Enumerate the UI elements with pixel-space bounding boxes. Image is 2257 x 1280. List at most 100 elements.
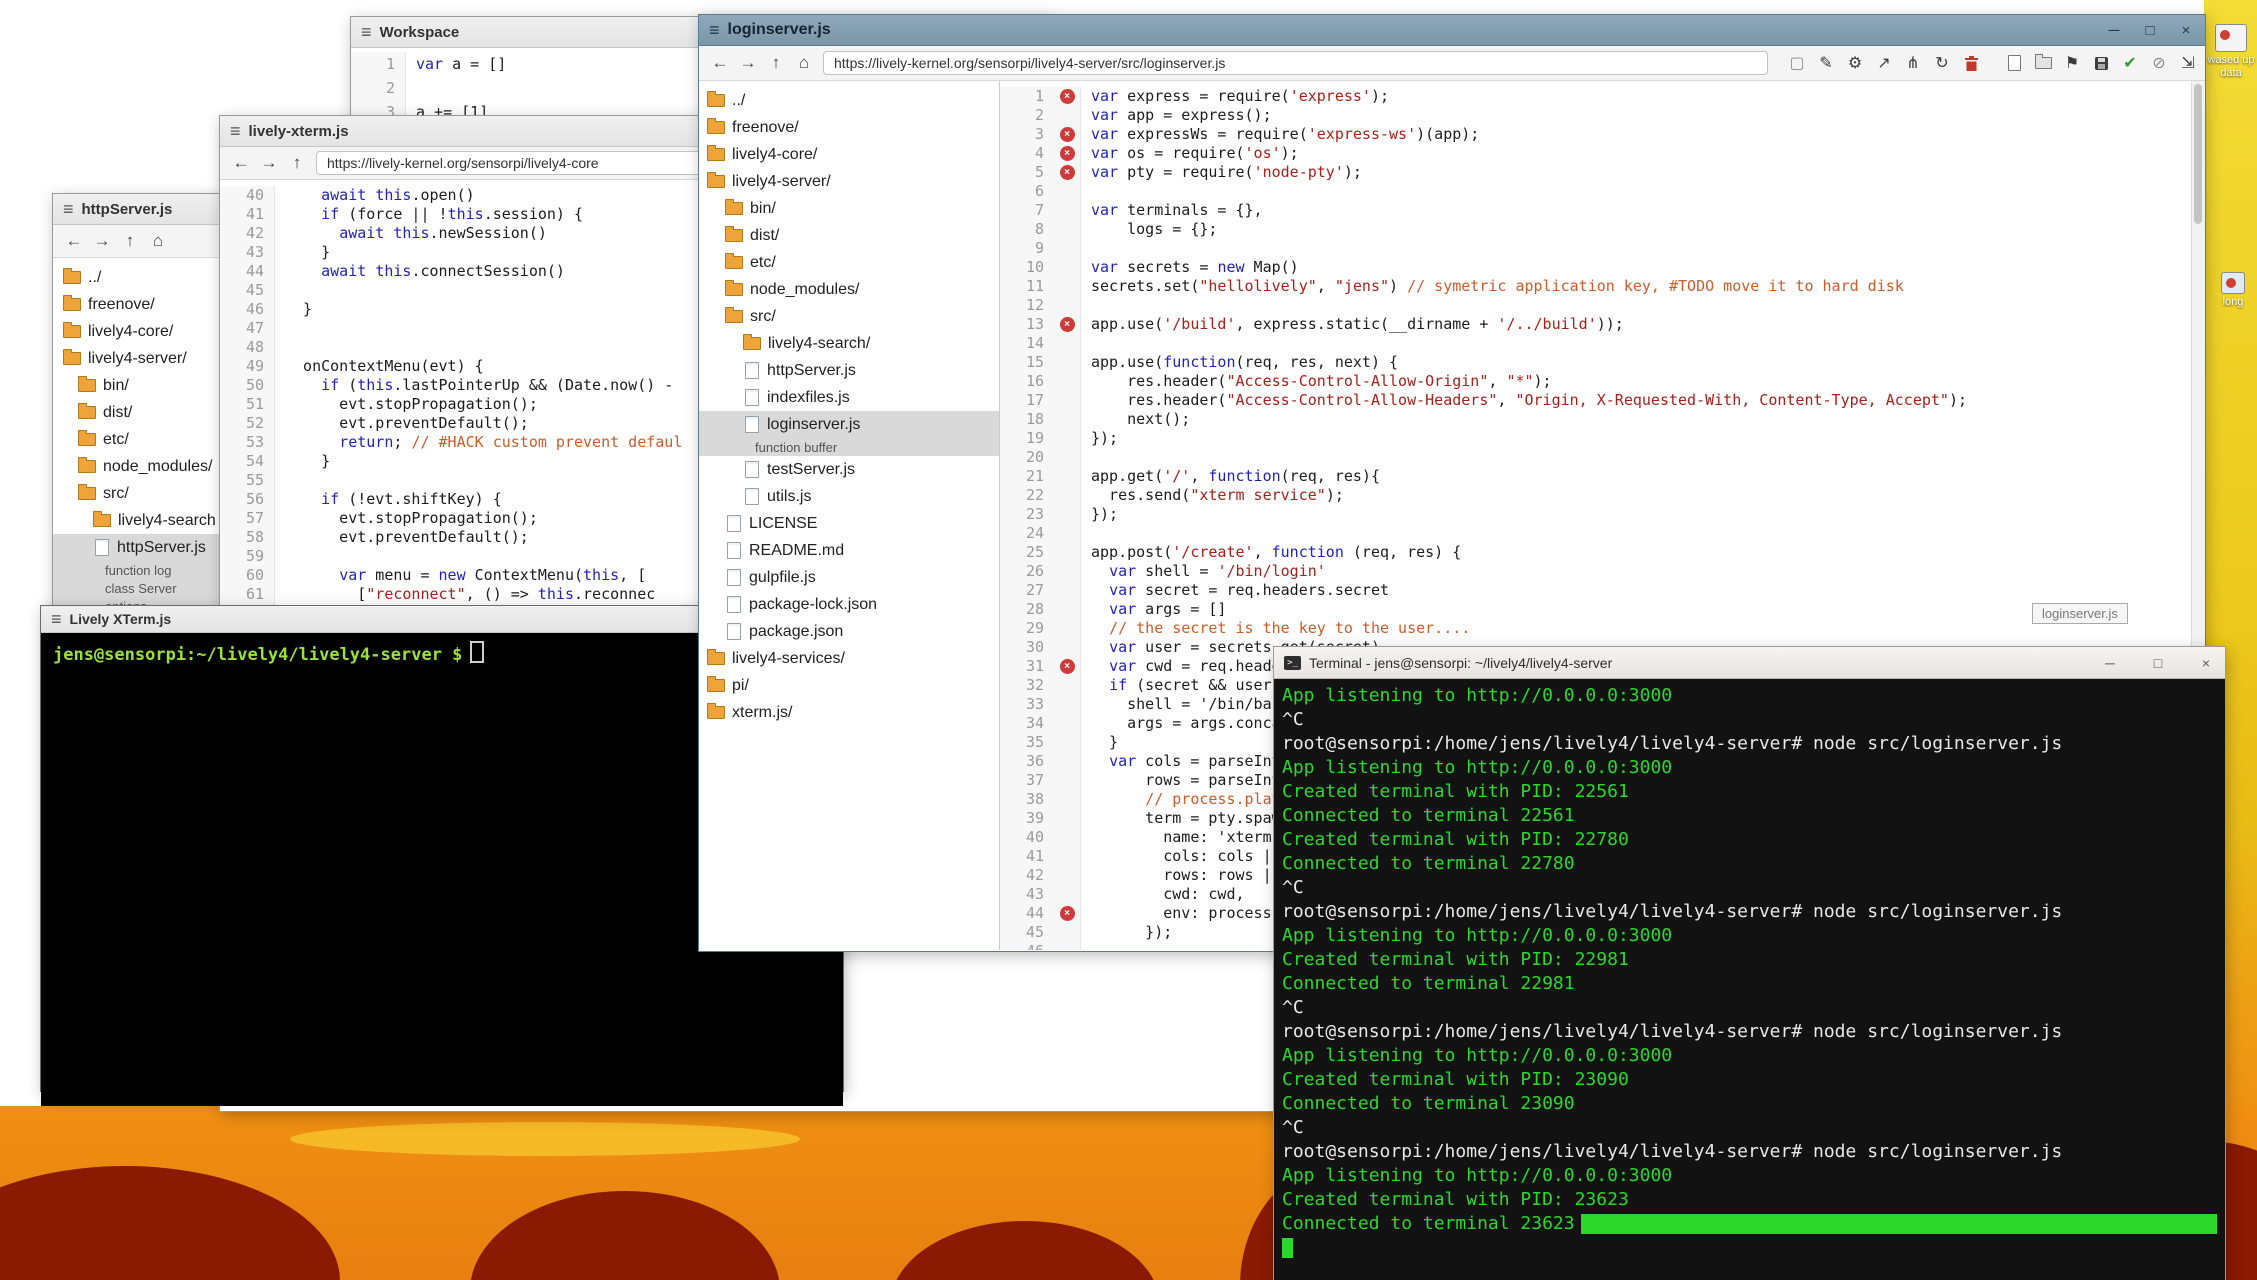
module-graph-icon[interactable]: ⋔ (1904, 53, 1922, 73)
tree-item-etc[interactable]: etc/ (699, 249, 999, 276)
close-button[interactable]: × (2177, 22, 2195, 39)
back-button[interactable]: ← (228, 150, 254, 176)
tree-item-utils-js[interactable]: utils.js (699, 483, 999, 510)
tree-item-indexfiles-js[interactable]: indexfiles.js (699, 384, 999, 411)
minimize-button[interactable]: ─ (2101, 655, 2119, 671)
desktop-icon[interactable]: wased up data (2206, 24, 2256, 79)
code-line[interactable]: 10var secrets = new Map() (1000, 258, 2205, 277)
home-button[interactable]: ⌂ (145, 228, 171, 254)
terminal-line: root@sensorpi:/home/jens/lively4/lively4… (1282, 900, 2217, 924)
error-slot (1054, 828, 1081, 847)
up-button[interactable]: ↑ (284, 150, 310, 176)
code-line[interactable]: 11secrets.set("hellolively", "jens") // … (1000, 277, 2205, 296)
code-line[interactable]: 13×app.use('/build', express.static(__di… (1000, 315, 2205, 334)
code-line[interactable]: 6 (1000, 182, 2205, 201)
tree-item-license[interactable]: LICENSE (699, 510, 999, 537)
folder-icon[interactable] (2034, 57, 2052, 69)
code-line[interactable]: 4×var os = require('os'); (1000, 144, 2205, 163)
accept-icon[interactable]: ✔ (2121, 53, 2139, 73)
code-line[interactable]: 7var terminals = {}, (1000, 201, 2205, 220)
menu-icon[interactable]: ≡ (51, 609, 62, 630)
back-button[interactable]: ← (707, 50, 733, 76)
refresh-icon[interactable]: ↻ (1933, 53, 1951, 73)
code-line[interactable]: 12 (1000, 296, 2205, 315)
back-button[interactable]: ← (61, 228, 87, 254)
code-line[interactable]: 15app.use(function(req, res, next) { (1000, 353, 2205, 372)
terminal-titlebar[interactable]: >_ Terminal - jens@sensorpi: ~/lively4/l… (1274, 647, 2225, 679)
forward-button[interactable]: → (89, 228, 115, 254)
tree-item-package-lock-json[interactable]: package-lock.json (699, 591, 999, 618)
code-line[interactable]: 2var app = express(); (1000, 106, 2205, 125)
code-line[interactable]: 20 (1000, 448, 2205, 467)
tree-item-package-json[interactable]: package.json (699, 618, 999, 645)
cancel-icon[interactable]: ⊘ (2150, 53, 2168, 73)
tree-item-lively4-services[interactable]: lively4-services/ (699, 645, 999, 672)
tree-item-lively4-server[interactable]: lively4-server/ (699, 168, 999, 195)
tree-item-xterm-js[interactable]: xterm.js/ (699, 699, 999, 726)
code-line[interactable]: 17 res.header("Access-Control-Allow-Head… (1000, 391, 2205, 410)
tree-item-testserver-js[interactable]: testServer.js (699, 456, 999, 483)
tree-item-pi[interactable]: pi/ (699, 672, 999, 699)
tree-item-lively4-search[interactable]: lively4-search/ (699, 330, 999, 357)
menu-icon[interactable]: ≡ (63, 199, 74, 220)
code-line[interactable]: 16 res.header("Access-Control-Allow-Orig… (1000, 372, 2205, 391)
tree-item-readme-md[interactable]: README.md (699, 537, 999, 564)
forward-button[interactable]: → (256, 150, 282, 176)
code-line[interactable]: 14 (1000, 334, 2205, 353)
home-button[interactable]: ⌂ (791, 50, 817, 76)
tree-item-lively4-core[interactable]: lively4-core/ (699, 141, 999, 168)
save-icon[interactable] (2092, 57, 2110, 70)
tree-subitem-function-buffer[interactable]: function buffer (699, 438, 999, 456)
desktop-icon[interactable]: long (2208, 272, 2257, 309)
trash-icon[interactable] (1962, 56, 1980, 71)
code-line[interactable]: 1×var express = require('express'); (1000, 87, 2205, 106)
code-line[interactable]: 23}); (1000, 505, 2205, 524)
open-external-icon[interactable]: ↗ (1875, 53, 1893, 73)
url-input[interactable] (823, 51, 1768, 75)
code-line[interactable]: 3×var expressWs = require('express-ws')(… (1000, 125, 2205, 144)
code-line[interactable]: 5×var pty = require('node-pty'); (1000, 163, 2205, 182)
fullscreen-icon[interactable]: ⇲ (2179, 53, 2197, 73)
file-icon[interactable] (2005, 55, 2023, 71)
code-line[interactable]: 21app.get('/', function(req, res){ (1000, 467, 2205, 486)
tree-item-freenove[interactable]: freenove/ (699, 114, 999, 141)
tree-item-item[interactable]: ../ (699, 87, 999, 114)
terminal-screen[interactable]: App listening to http://0.0.0.0:3000^Cro… (1274, 679, 2225, 1280)
editor-scrollbar-thumb[interactable] (2194, 84, 2202, 224)
select-box-icon[interactable]: ▢ (1788, 53, 1806, 73)
code-line[interactable]: 26 var shell = '/bin/login' (1000, 562, 2205, 581)
code-line[interactable]: 9 (1000, 239, 2205, 258)
code-line[interactable]: 18 next(); (1000, 410, 2205, 429)
close-button[interactable]: × (2197, 655, 2215, 671)
code-line[interactable]: 27 var secret = req.headers.secret (1000, 581, 2205, 600)
tree-item-loginserver-js[interactable]: loginserver.js (699, 411, 999, 438)
menu-icon[interactable]: ≡ (361, 22, 372, 43)
tree-item-dist[interactable]: dist/ (699, 222, 999, 249)
minimize-button[interactable]: ─ (2105, 22, 2123, 39)
terminal-line: Connected to terminal 23623 (1282, 1212, 2217, 1236)
code-line[interactable]: 19}); (1000, 429, 2205, 448)
up-button[interactable]: ↑ (117, 228, 143, 254)
tree-item-node-modules[interactable]: node_modules/ (699, 276, 999, 303)
brush-icon[interactable]: ✎ (1817, 53, 1835, 73)
gears-icon[interactable]: ⚙ (1846, 53, 1864, 73)
code-line[interactable]: 28 var args = [] (1000, 600, 2205, 619)
menu-icon[interactable]: ≡ (230, 121, 241, 142)
up-button[interactable]: ↑ (763, 50, 789, 76)
tree-item-httpserver-js[interactable]: httpServer.js (699, 357, 999, 384)
maximize-button[interactable]: □ (2141, 22, 2159, 39)
forward-button[interactable]: → (735, 50, 761, 76)
maximize-button[interactable]: □ (2149, 655, 2167, 671)
code-line[interactable]: 8 logs = {}; (1000, 220, 2205, 239)
tree-item-src[interactable]: src/ (699, 303, 999, 330)
menu-icon[interactable]: ≡ (709, 20, 720, 41)
loginserver-titlebar[interactable]: ≡ loginserver.js ─□× (699, 15, 2205, 46)
code-line[interactable]: 24 (1000, 524, 2205, 543)
code-line[interactable]: 29 // the secret is the key to the user.… (1000, 619, 2205, 638)
tree-item-bin[interactable]: bin/ (699, 195, 999, 222)
folder-icon (63, 271, 81, 284)
code-line[interactable]: 22 res.send("xterm service"); (1000, 486, 2205, 505)
tree-item-gulpfile-js[interactable]: gulpfile.js (699, 564, 999, 591)
code-line[interactable]: 25app.post('/create', function (req, res… (1000, 543, 2205, 562)
flag-icon[interactable]: ⚑ (2063, 53, 2081, 73)
